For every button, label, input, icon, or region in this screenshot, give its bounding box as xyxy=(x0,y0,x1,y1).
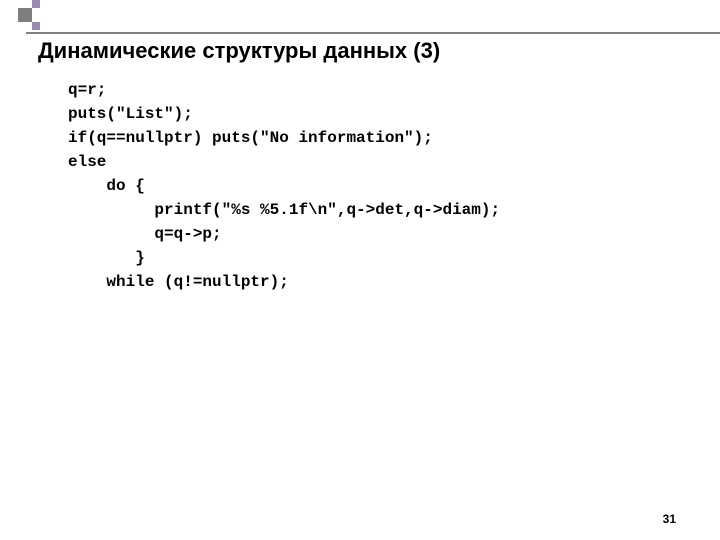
slide-title: Динамические структуры данных (3) xyxy=(38,38,440,64)
corner-decoration xyxy=(0,0,40,40)
deco-square-purple-top xyxy=(32,0,40,8)
deco-square-gray xyxy=(18,8,32,22)
page-number: 31 xyxy=(663,512,676,526)
horizontal-rule xyxy=(26,32,720,34)
code-listing: q=r; puts("List"); if(q==nullptr) puts("… xyxy=(68,78,500,294)
deco-square-purple-bottom xyxy=(32,22,40,30)
